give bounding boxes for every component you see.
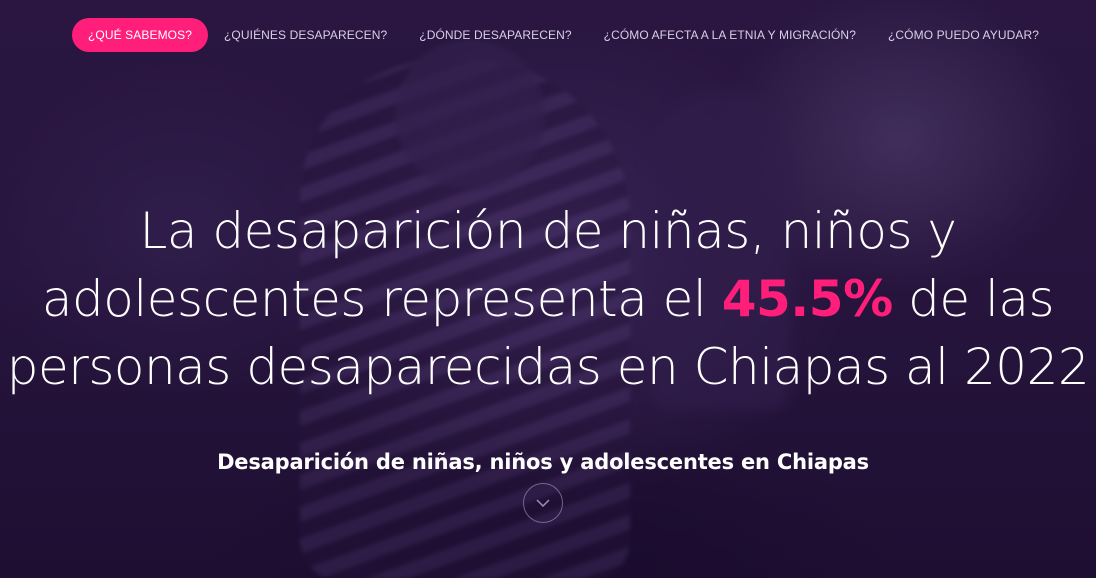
scroll-down-button[interactable] [523, 483, 563, 523]
nav-item-etnia-migracion[interactable]: ¿CÓMO AFECTA A LA ETNIA Y MIGRACIÓN? [588, 18, 872, 52]
chevron-down-icon [536, 499, 550, 507]
hero-headline: La desaparición de niñas, niños y adoles… [0, 197, 1096, 401]
headline-line-2: adolescentes representa el 45.5% de las [0, 265, 1096, 333]
nav-item-donde-desaparecen[interactable]: ¿DÓNDE DESAPARECEN? [403, 18, 587, 52]
headline-line-1: La desaparición de niñas, niños y [139, 201, 958, 260]
headline-percentage-highlight: 45.5% [721, 269, 893, 328]
nav-item-quienes-desaparecen[interactable]: ¿QUIÉNES DESAPARECEN? [208, 18, 403, 52]
nav-item-que-sabemos[interactable]: ¿QUÉ SABEMOS? [72, 17, 208, 52]
hero-subtitle: Desaparición de niñas, niños y adolescen… [217, 450, 869, 475]
top-navigation: ¿QUÉ SABEMOS? ¿QUIÉNES DESAPARECEN? ¿DÓN… [72, 17, 1096, 52]
headline-line-3: personas desaparecidas en Chiapas al 202… [6, 337, 1090, 396]
headline-line-2-start: adolescentes representa el [41, 269, 722, 328]
headline-line-2-end: de las [892, 269, 1055, 328]
nav-item-como-puedo-ayudar[interactable]: ¿CÓMO PUEDO AYUDAR? [872, 18, 1055, 52]
